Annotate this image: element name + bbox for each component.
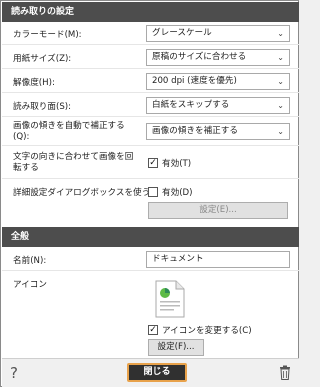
change-icon-checkbox[interactable]: ✓ アイコンを変更する(C) [148,324,252,336]
general-header: 全般 [2,227,299,247]
change-icon-checkbox-label: アイコンを変更する(C) [162,326,252,336]
help-icon[interactable]: ? [10,364,18,382]
scan-side-label: 読み取り面(S): [13,102,72,112]
auto-correct-select[interactable]: 画像の傾きを補正する ⌄ [146,123,290,140]
color-mode-row: カラーモード(M): グレースケール ⌄ [2,22,299,45]
name-input[interactable]: ドキュメント [146,251,290,268]
resolution-select[interactable]: 200 dpi (速度を優先) ⌄ [146,73,290,90]
document-icon [155,280,185,318]
advanced-checkbox-label: 有効(D) [162,188,193,198]
chevron-down-icon: ⌄ [277,101,284,110]
rotate-checkbox[interactable]: ✓ 有効(T) [148,157,191,169]
scan-settings-header: 読み取りの設定 [2,2,299,22]
advanced-row: 詳細設定ダイアログボックスを使う 有効(D) 設定(E)... [2,180,299,226]
rotate-checkbox-label: 有効(T) [162,159,192,169]
auto-correct-label: 画像の傾きを自動で補正する(Q): [13,121,125,142]
rotate-label: 文字の向きに合わせて画像を回転する [13,152,134,173]
advanced-settings-button[interactable]: 設定(E)... [148,202,288,219]
paper-size-row: 用紙サイズ(Z): 原稿のサイズに合わせる ⌄ [2,46,299,69]
name-label: 名前(N): [13,256,47,266]
advanced-checkbox-box[interactable] [148,187,158,197]
trash-icon[interactable] [279,365,291,380]
advanced-label: 詳細設定ダイアログボックスを使う [13,188,151,198]
scan-side-value: 白紙をスキップする [152,100,230,110]
chevron-down-icon: ⌄ [277,53,284,62]
name-row: 名前(N): ドキュメント [2,247,299,271]
scan-side-row: 読み取り面(S): 白紙をスキップする ⌄ [2,94,299,117]
color-mode-select[interactable]: グレースケール ⌄ [146,25,290,42]
paper-size-label: 用紙サイズ(Z): [13,54,72,64]
bottom-bar: ? 閉じる [2,358,299,387]
change-icon-checkbox-box[interactable]: ✓ [148,325,158,335]
rotate-checkbox-box[interactable]: ✓ [148,158,158,168]
scan-profile-panel: 読み取りの設定 カラーモード(M): グレースケール ⌄ 用紙サイズ(Z): 原… [0,0,299,387]
icon-row: アイコン ✓ アイコンを変更する(C) 設定(F)... [2,272,299,358]
resolution-label: 解像度(H): [13,78,55,88]
resolution-value: 200 dpi (速度を優先) [152,76,237,86]
color-mode-value: グレースケール [152,28,212,38]
rotate-row: 文字の向きに合わせて画像を回転する ✓ 有効(T) [2,147,299,179]
color-mode-label: カラーモード(M): [13,30,82,40]
resolution-row: 解像度(H): 200 dpi (速度を優先) ⌄ [2,70,299,93]
paper-size-select[interactable]: 原稿のサイズに合わせる ⌄ [146,49,290,66]
icon-label: アイコン [13,280,47,290]
close-button[interactable]: 閉じる [127,363,187,382]
chevron-down-icon: ⌄ [277,29,284,38]
advanced-checkbox[interactable]: 有効(D) [148,186,193,198]
paper-size-value: 原稿のサイズに合わせる [152,52,247,62]
auto-correct-row: 画像の傾きを自動で補正する(Q): 画像の傾きを補正する ⌄ [2,118,299,146]
auto-correct-value: 画像の傾きを補正する [152,126,238,136]
chevron-down-icon: ⌄ [277,127,284,136]
icon-settings-button[interactable]: 設定(F)... [148,339,204,356]
scan-side-select[interactable]: 白紙をスキップする ⌄ [146,97,290,114]
chevron-down-icon: ⌄ [277,77,284,86]
